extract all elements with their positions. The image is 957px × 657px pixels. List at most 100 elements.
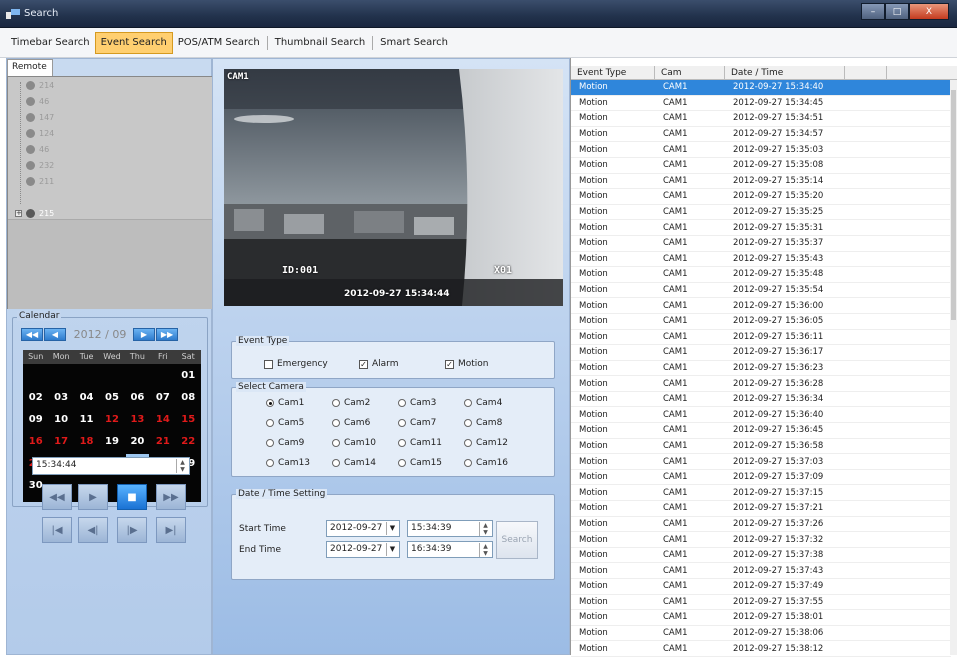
calendar-day[interactable]: 08 (177, 388, 200, 406)
expand-icon[interactable]: + (15, 210, 22, 217)
play-button[interactable]: ▶ (78, 484, 108, 510)
skip-start-button[interactable]: |◀ (42, 517, 72, 543)
col-event-type[interactable]: Event Type (571, 66, 655, 79)
table-row[interactable]: Motion CAM1 2012-09-27 15:35:25 (571, 205, 951, 221)
maximize-button[interactable]: □ (885, 3, 909, 20)
scrollbar-thumb[interactable] (951, 90, 956, 320)
table-row[interactable]: Motion CAM1 2012-09-27 15:36:40 (571, 407, 951, 424)
table-row[interactable]: Motion CAM1 2012-09-27 15:35:20 (571, 189, 951, 205)
table-row[interactable]: Motion CAM1 2012-09-27 15:36:17 (571, 345, 951, 361)
tree-node[interactable]: 211 (26, 173, 54, 189)
tab-pos-atm-search[interactable]: POS/ATM Search (173, 32, 265, 54)
prev-month-button[interactable]: ◀ (44, 328, 66, 341)
calendar-day[interactable]: 06 (126, 388, 149, 406)
calendar-day[interactable]: 22 (177, 432, 200, 450)
emergency-checkbox[interactable]: Emergency (264, 359, 328, 369)
camera-radio-cam8[interactable]: Cam8 (464, 418, 502, 428)
table-row[interactable]: Motion CAM1 2012-09-27 15:36:05 (571, 314, 951, 330)
table-row[interactable]: Motion CAM1 2012-09-27 15:37:21 (571, 501, 951, 517)
calendar-day[interactable]: 11 (75, 410, 98, 428)
table-row[interactable]: Motion CAM1 2012-09-27 15:36:58 (571, 439, 951, 455)
calendar-day[interactable]: 10 (49, 410, 72, 428)
calendar-day[interactable]: 14 (151, 410, 174, 428)
calendar-day[interactable]: 05 (100, 388, 123, 406)
next-month-button[interactable]: ▶ (133, 328, 155, 341)
camera-radio-cam14[interactable]: Cam14 (332, 458, 376, 468)
end-time-input[interactable]: 16:34:39 ▲ ▼ (407, 541, 493, 558)
tree-node[interactable]: 46 (26, 141, 49, 157)
next-year-button[interactable]: ▶▶ (156, 328, 178, 341)
tab-smart-search[interactable]: Smart Search (375, 32, 453, 54)
calendar-day[interactable]: 16 (24, 432, 47, 450)
calendar-day[interactable]: 13 (126, 410, 149, 428)
calendar-day[interactable]: 21 (151, 432, 174, 450)
table-row[interactable]: Motion CAM1 2012-09-27 15:37:03 (571, 454, 951, 470)
tab-timebar-search[interactable]: Timebar Search (6, 32, 95, 54)
camera-radio-cam12[interactable]: Cam12 (464, 438, 508, 448)
tab-remote[interactable]: Remote (7, 59, 53, 76)
prev-year-button[interactable]: ◀◀ (21, 328, 43, 341)
tree-node[interactable]: 46 (26, 93, 49, 109)
camera-radio-cam4[interactable]: Cam4 (464, 398, 502, 408)
camera-radio-cam10[interactable]: Cam10 (332, 438, 376, 448)
table-row[interactable]: Motion CAM1 2012-09-27 15:34:51 (571, 111, 951, 127)
tab-event-search[interactable]: Event Search (94, 31, 173, 54)
motion-checkbox[interactable]: ✓ Motion (445, 359, 489, 369)
time-spinner[interactable]: ▲ ▼ (479, 522, 491, 536)
table-row[interactable]: Motion CAM1 2012-09-27 15:37:15 (571, 485, 951, 502)
camera-radio-cam7[interactable]: Cam7 (398, 418, 436, 428)
time-spinner[interactable]: ▲ ▼ (176, 459, 188, 473)
tree-node[interactable]: 214 (26, 77, 54, 93)
table-row[interactable]: Motion CAM1 2012-09-27 15:34:45 (571, 96, 951, 112)
calendar-day[interactable]: 01 (177, 366, 200, 384)
time-spinner[interactable]: ▲ ▼ (479, 543, 491, 557)
table-row[interactable]: Motion CAM1 2012-09-27 15:37:09 (571, 470, 951, 486)
camera-radio-cam6[interactable]: Cam6 (332, 418, 370, 428)
camera-radio-cam15[interactable]: Cam15 (398, 458, 442, 468)
table-row[interactable]: Motion CAM1 2012-09-27 15:36:00 (571, 298, 951, 314)
table-row[interactable]: Motion CAM1 2012-09-27 15:38:01 (571, 610, 951, 626)
tree-node[interactable]: 232 (26, 157, 54, 173)
camera-radio-cam9[interactable]: Cam9 (266, 438, 304, 448)
camera-radio-cam11[interactable]: Cam11 (398, 438, 442, 448)
table-row[interactable]: Motion CAM1 2012-09-27 15:36:11 (571, 330, 951, 346)
table-row[interactable]: Motion CAM1 2012-09-27 15:35:37 (571, 236, 951, 252)
calendar-day[interactable]: 15 (177, 410, 200, 428)
start-date-picker[interactable]: 2012-09-27 ▼ (326, 520, 400, 537)
table-row[interactable]: Motion CAM1 2012-09-27 15:35:43 (571, 252, 951, 268)
calendar-day[interactable]: 18 (75, 432, 98, 450)
skip-end-button[interactable]: ▶| (156, 517, 186, 543)
table-row[interactable]: Motion CAM1 2012-09-27 15:37:32 (571, 532, 951, 548)
dropdown-icon[interactable]: ▼ (386, 522, 398, 535)
results-scrollbar[interactable] (950, 80, 957, 655)
minimize-button[interactable]: – (861, 3, 885, 20)
dropdown-icon[interactable]: ▼ (386, 543, 398, 556)
table-row[interactable]: Motion CAM1 2012-09-27 15:34:57 (571, 127, 951, 143)
camera-radio-cam1[interactable]: Cam1 (266, 398, 304, 408)
calendar-day[interactable]: 12 (100, 410, 123, 428)
camera-radio-cam5[interactable]: Cam5 (266, 418, 304, 428)
table-row[interactable]: Motion CAM1 2012-09-27 15:36:28 (571, 376, 951, 392)
calendar-day[interactable]: 19 (100, 432, 123, 450)
camera-radio-cam13[interactable]: Cam13 (266, 458, 310, 468)
calendar-day[interactable]: 17 (49, 432, 72, 450)
table-row[interactable]: Motion CAM1 2012-09-27 15:35:48 (571, 267, 951, 283)
close-button[interactable]: X (909, 3, 949, 20)
tab-thumbnail-search[interactable]: Thumbnail Search (270, 32, 370, 54)
camera-radio-cam16[interactable]: Cam16 (464, 458, 508, 468)
col-date-time[interactable]: Date / Time (725, 66, 845, 79)
tree-node[interactable]: 147 (26, 109, 54, 125)
fast-forward-button[interactable]: ▶▶ (156, 484, 186, 510)
calendar-day[interactable]: 09 (24, 410, 47, 428)
table-row[interactable]: Motion CAM1 2012-09-27 15:36:23 (571, 361, 951, 377)
time-input[interactable]: 15:34:44 ▲ ▼ (32, 457, 190, 475)
end-date-picker[interactable]: 2012-09-27 ▼ (326, 541, 400, 558)
start-time-input[interactable]: 15:34:39 ▲ ▼ (407, 520, 493, 537)
tree-node[interactable]: 124 (26, 125, 54, 141)
video-preview[interactable]: CAM1 ID:001 X01 2012-09-27 15:34:44 (224, 69, 563, 306)
alarm-checkbox[interactable]: ✓ Alarm (359, 359, 398, 369)
camera-radio-cam2[interactable]: Cam2 (332, 398, 370, 408)
step-back-button[interactable]: ◀| (78, 517, 108, 543)
table-row[interactable]: Motion CAM1 2012-09-27 15:35:14 (571, 174, 951, 190)
table-row[interactable]: Motion CAM1 2012-09-27 15:36:45 (571, 423, 951, 439)
